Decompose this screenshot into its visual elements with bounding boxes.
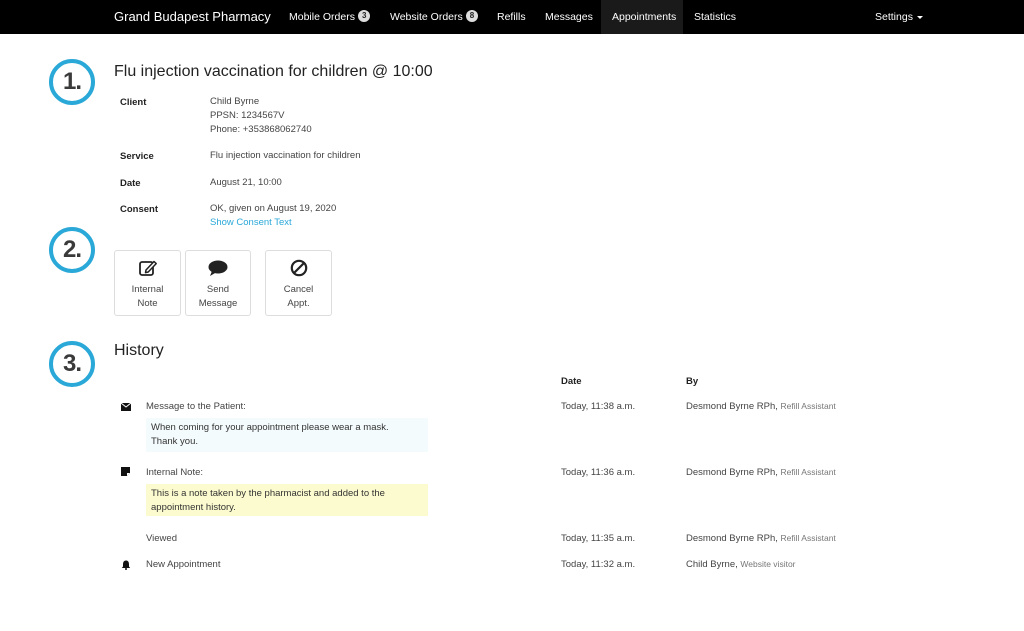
speech-bubble-icon	[208, 260, 228, 276]
history-entry-type: Viewed	[146, 533, 177, 544]
client-name: Child Byrne	[210, 96, 260, 107]
nav-website-orders[interactable]: Website Orders 8	[390, 0, 479, 34]
brand-link[interactable]: Grand Budapest Pharmacy	[114, 9, 271, 24]
nav-appointments[interactable]: Appointments	[601, 0, 683, 34]
history-col-by: By	[686, 376, 699, 387]
client-label: Client	[120, 97, 147, 108]
note-icon	[121, 467, 130, 476]
message-note-box: When coming for your appointment please …	[146, 418, 428, 452]
client-details: Child Byrne PPSN: 1234567V Phone: +35386…	[210, 95, 312, 137]
client-phone: Phone: +353868062740	[210, 124, 312, 135]
nav-messages[interactable]: Messages	[545, 0, 593, 34]
history-entry-date: Today, 11:35 a.m.	[561, 533, 636, 544]
mobile-orders-badge: 3	[357, 10, 371, 23]
history-entry-by: Desmond Byrne RPh, Refill Assistant	[686, 533, 836, 544]
step-2-marker: 2.	[49, 227, 95, 273]
cancel-appt-label: Cancel Appt.	[283, 284, 314, 309]
nav-refills[interactable]: Refills	[497, 0, 526, 34]
history-entry-date: Today, 11:38 a.m.	[561, 401, 636, 412]
ban-icon	[290, 259, 307, 277]
send-message-label: Send Message	[198, 284, 238, 309]
step-1-marker: 1.	[49, 59, 95, 105]
settings-label: Settings	[875, 11, 913, 23]
history-entry-type: Internal Note:	[146, 467, 204, 478]
history-entry-by: Child Byrne, Website visitor	[686, 559, 796, 570]
history-title: History	[114, 342, 164, 359]
bell-icon	[121, 560, 131, 570]
date-value: August 21, 10:00	[210, 177, 282, 188]
history-entry-date: Today, 11:32 a.m.	[561, 559, 636, 570]
internal-note-button[interactable]: Internal Note	[114, 250, 181, 316]
nav-mobile-orders[interactable]: Mobile Orders 3	[289, 0, 371, 34]
nav-website-orders-label: Website Orders	[390, 11, 463, 23]
appointment-title: Flu injection vaccination for children @…	[114, 63, 433, 80]
history-entry-type: New Appointment	[146, 559, 221, 570]
edit-icon	[138, 260, 157, 276]
history-entry-by: Desmond Byrne RPh, Refill Assistant	[686, 401, 836, 412]
consent-value: OK, given on August 19, 2020	[210, 203, 337, 214]
consent-details: OK, given on August 19, 2020 Show Consen…	[210, 202, 336, 230]
show-consent-link[interactable]: Show Consent Text	[210, 216, 336, 230]
service-label: Service	[120, 151, 154, 162]
website-orders-badge: 8	[465, 10, 479, 23]
top-navbar: Grand Budapest Pharmacy Mobile Orders 3 W…	[0, 0, 1024, 34]
history-entry-date: Today, 11:36 a.m.	[561, 467, 636, 478]
service-value: Flu injection vaccination for children	[210, 150, 361, 161]
nav-statistics[interactable]: Statistics	[694, 0, 736, 34]
history-col-date: Date	[561, 376, 582, 387]
settings-dropdown[interactable]: Settings	[875, 0, 923, 34]
client-ppsn: PPSN: 1234567V	[210, 110, 285, 121]
nav-mobile-orders-label: Mobile Orders	[289, 11, 355, 23]
step-3-marker: 3.	[49, 341, 95, 387]
internal-note-label: Internal Note	[131, 284, 164, 309]
send-message-button[interactable]: Send Message	[185, 250, 251, 316]
cancel-appt-button[interactable]: Cancel Appt.	[265, 250, 332, 316]
consent-label: Consent	[120, 204, 158, 215]
envelope-icon	[121, 403, 131, 411]
date-label: Date	[120, 178, 141, 189]
history-entry-type: Message to the Patient:	[146, 401, 246, 412]
history-entry-by: Desmond Byrne RPh, Refill Assistant	[686, 467, 836, 478]
internal-note-box: This is a note taken by the pharmacist a…	[146, 484, 428, 516]
caret-down-icon	[916, 15, 923, 19]
